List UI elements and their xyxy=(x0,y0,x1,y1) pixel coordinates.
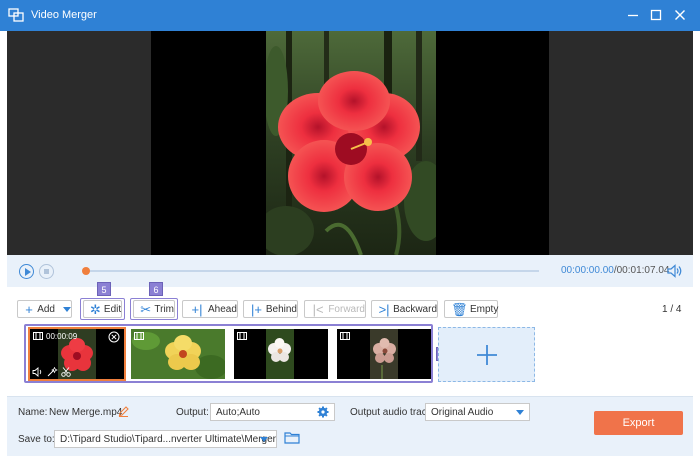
edit-label: Edit xyxy=(103,303,122,315)
behind-label: Behind xyxy=(265,303,297,315)
empty-label: Empty xyxy=(470,303,499,315)
trim-label: Trim xyxy=(154,303,174,315)
plus-icon: + xyxy=(25,301,33,317)
time-display: 00:00:00.00/00:01:07.04 xyxy=(561,265,669,276)
save-to-label: Save to: xyxy=(18,434,55,445)
trim-step-badge: 6 xyxy=(149,282,163,296)
name-label: Name: xyxy=(18,407,48,418)
window-title: Video Merger xyxy=(31,9,97,21)
empty-button[interactable]: 🗑 Empty xyxy=(444,300,498,318)
title-bar: Video Merger xyxy=(0,0,700,31)
backward-icon: >| xyxy=(378,301,390,317)
clip-cut-icon[interactable] xyxy=(61,367,72,377)
clip-4-thumbnail xyxy=(337,329,431,379)
audio-track-select[interactable]: Original Audio xyxy=(425,403,530,421)
pencil-icon[interactable] xyxy=(118,406,129,417)
chevron-down-icon[interactable] xyxy=(516,410,524,415)
stop-icon[interactable] xyxy=(39,264,54,279)
total-time: 00:01:07.04 xyxy=(616,265,670,276)
forward-button[interactable]: |< Forward xyxy=(304,300,366,318)
page-indicator: 1 / 4 xyxy=(662,304,682,315)
clip-1[interactable]: 00:00:09 xyxy=(28,327,126,381)
film-icon xyxy=(340,332,350,340)
behind-button[interactable]: |+ Behind xyxy=(243,300,298,318)
merge-app-icon xyxy=(8,8,24,22)
move-behind-icon: |+ xyxy=(250,301,262,317)
output-label: Output: xyxy=(176,407,209,418)
scissors-icon: ✂ xyxy=(140,301,152,317)
hibiscus-preview-image xyxy=(266,31,436,255)
chevron-down-icon[interactable] xyxy=(260,437,268,442)
folder-icon[interactable] xyxy=(284,431,300,444)
trash-icon: 🗑 xyxy=(451,301,468,317)
forward-label: Forward xyxy=(328,303,365,315)
forward-icon: |< xyxy=(312,301,324,317)
minimize-icon[interactable] xyxy=(625,7,641,23)
clip-edit-icon[interactable] xyxy=(47,367,58,377)
close-icon[interactable] xyxy=(672,7,688,23)
clip-2[interactable] xyxy=(131,329,225,379)
clip-duration: 00:00:09 xyxy=(46,332,78,341)
save-path-field[interactable]: D:\Tipard Studio\Tipard...nverter Ultima… xyxy=(54,430,277,448)
clip-3[interactable] xyxy=(234,329,328,379)
magic-wand-icon: ✲ xyxy=(90,301,101,317)
maximize-icon[interactable] xyxy=(648,7,664,23)
move-ahead-icon: +| xyxy=(191,301,203,317)
add-label: Add xyxy=(37,303,55,315)
name-value[interactable]: New Merge.mp4 xyxy=(49,407,122,418)
play-icon[interactable] xyxy=(19,264,34,279)
remove-clip-icon[interactable] xyxy=(108,331,120,343)
backward-label: Backward xyxy=(393,303,437,315)
clip-volume-icon[interactable] xyxy=(32,367,44,377)
edit-step-badge: 5 xyxy=(97,282,111,296)
plus-icon xyxy=(477,345,497,365)
ahead-button[interactable]: +| Ahead xyxy=(182,300,238,318)
edit-button[interactable]: ✲ Edit xyxy=(83,300,122,318)
chevron-down-icon[interactable] xyxy=(63,306,71,312)
clip-4[interactable] xyxy=(337,329,431,379)
progress-knob[interactable] xyxy=(82,267,90,275)
volume-icon[interactable] xyxy=(667,264,683,278)
ahead-label: Ahead xyxy=(208,303,237,315)
backward-button[interactable]: >| Backward xyxy=(371,300,438,318)
export-button[interactable]: Export xyxy=(594,411,683,435)
add-button[interactable]: + Add xyxy=(17,300,72,318)
film-icon xyxy=(134,332,144,340)
progress-track[interactable] xyxy=(85,270,539,272)
add-clip-slot[interactable] xyxy=(438,327,535,382)
trim-button[interactable]: ✂ Trim xyxy=(133,300,175,318)
film-icon xyxy=(237,332,247,340)
clip-3-thumbnail xyxy=(234,329,328,379)
audio-track-label: Output audio track: xyxy=(350,407,435,418)
current-time: 00:00:00.00 xyxy=(561,265,614,276)
gear-icon[interactable] xyxy=(317,406,329,418)
video-frame xyxy=(151,31,549,255)
clip-2-thumbnail xyxy=(131,329,225,379)
video-preview xyxy=(7,31,693,255)
film-icon xyxy=(33,332,43,340)
